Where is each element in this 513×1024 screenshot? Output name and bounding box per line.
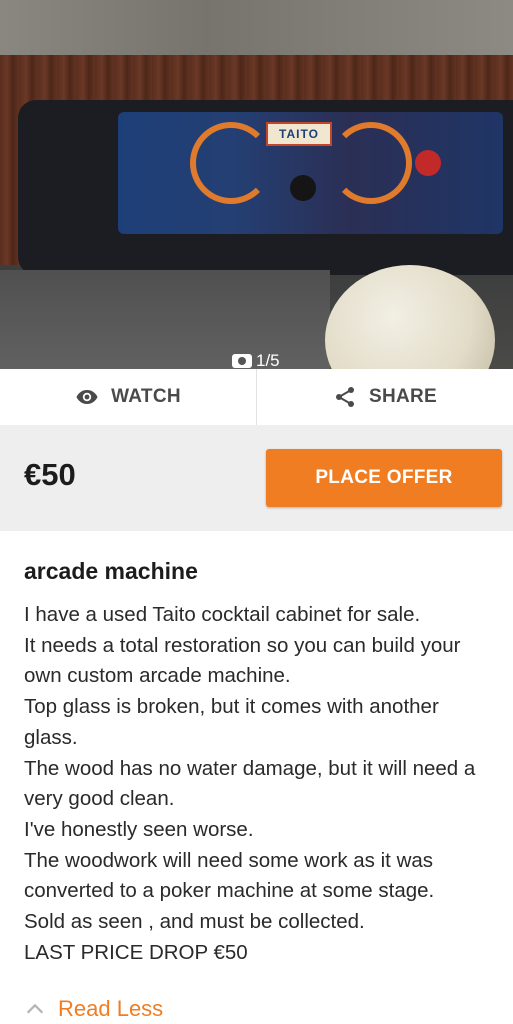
listing-description: I have a used Taito cocktail cabinet for… [24,600,504,968]
photo-panel-graphic-right [330,122,412,204]
description-line: I have a used Taito cocktail cabinet for… [24,603,421,626]
photo-counter: 1/5 [232,351,280,369]
photo-taito-logo: TAITO [266,122,332,146]
chevron-up-icon [26,1003,44,1014]
read-less-label: Read Less [58,996,164,1021]
listing-title: arcade machine [24,558,198,584]
eye-icon [76,390,98,404]
share-label: SHARE [368,386,437,407]
description-line: own custom arcade machine. [24,664,291,688]
description-line: glass. [24,725,78,749]
photo-floor [0,270,330,369]
place-offer-button[interactable]: PLACE OFFER [266,449,502,507]
photo-fire-button [415,150,441,176]
read-less-link[interactable]: Read Less [24,996,163,1022]
photo-ball [325,265,495,369]
description-line: very good clean. [24,787,175,811]
description-line: It needs a total restoration so you can … [24,633,461,657]
description-line: LAST PRICE DROP €50 [24,940,248,964]
watch-label: WATCH [111,386,181,407]
price-bar: €50 PLACE OFFER [0,425,513,531]
price: €50 [24,457,76,492]
share-icon [335,387,354,407]
photo-joystick [290,175,316,201]
photo-panel-graphic-left [190,122,272,204]
listing-photo[interactable]: TAITO 1/5 [0,0,513,369]
share-button[interactable]: SHARE [257,369,513,425]
description-line: The woodwork will need some work as it w… [24,848,434,872]
description-line: The wood has no water damage, but it wil… [24,756,476,780]
description-line: Sold as seen , and must be collected. [24,910,365,934]
camera-icon [232,354,252,368]
photo-counter-text: 1/5 [256,351,280,369]
action-row: WATCH SHARE [0,369,513,426]
description-line: Top glass is broken, but it comes with a… [24,695,439,719]
watch-button[interactable]: WATCH [0,369,256,425]
description-line: I've honestly seen worse. [24,817,254,841]
description-line: converted to a poker machine at some sta… [24,879,435,903]
